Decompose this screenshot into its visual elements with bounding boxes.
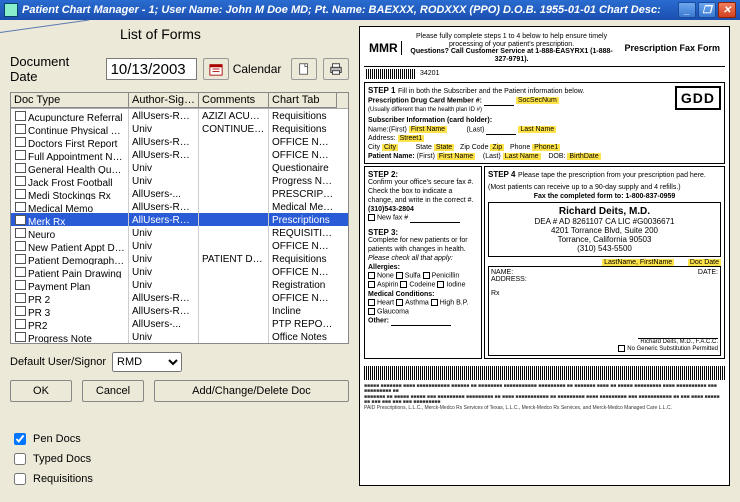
barcode-icon bbox=[366, 69, 416, 79]
add-change-delete-button[interactable]: Add/Change/Delete Doc bbox=[154, 380, 349, 402]
requisitions-check[interactable]: Requisitions bbox=[10, 470, 349, 488]
step1-box: GDD STEP 1 Fill in both the Subscriber a… bbox=[364, 82, 725, 165]
app-icon bbox=[4, 3, 18, 17]
printer-icon bbox=[329, 62, 343, 76]
table-row[interactable]: Jack Frost FootballUnivProgress Note bbox=[11, 174, 348, 187]
pen-docs-checkbox[interactable] bbox=[14, 433, 26, 445]
form-title: Prescription Fax Form bbox=[621, 43, 723, 53]
table-row[interactable]: Medical MemoAllUsers-RMDMedical Memo bbox=[11, 200, 348, 213]
table-row[interactable]: Continue Physical Th...UnivCONTINUE P...… bbox=[11, 122, 348, 135]
left-pane: List of Forms Document Date 10/13/2003 C… bbox=[0, 20, 355, 502]
calendar-label: Calendar bbox=[233, 62, 282, 76]
forms-grid: Doc Type Author-Signor Comments Chart Ta… bbox=[10, 92, 349, 344]
table-row[interactable]: PR2AllUsers-...PTP REPORT bbox=[11, 317, 348, 330]
page-icon bbox=[297, 62, 311, 76]
new-doc-button[interactable] bbox=[291, 58, 317, 80]
close-button[interactable]: ✕ bbox=[718, 2, 736, 18]
requisitions-checkbox[interactable] bbox=[14, 473, 26, 485]
table-row[interactable]: Payment PlanUnivRegistration bbox=[11, 278, 348, 291]
fine-print: ■■■■■ ■■■■■■■ ■■■■ ■■■■■■■■■■■ ■■■■■■ ■■… bbox=[364, 384, 725, 412]
table-row[interactable]: New Patient Appt Dr SUnivOFFICE NOTE bbox=[11, 239, 348, 252]
top-message: Please fully complete steps 1 to 4 below… bbox=[402, 33, 622, 64]
document-date-input[interactable]: 10/13/2003 bbox=[106, 58, 197, 80]
cancel-button[interactable]: Cancel bbox=[82, 380, 144, 402]
table-row[interactable]: Merk RxAllUsers-RMDPrescriptions bbox=[11, 213, 348, 226]
table-row[interactable]: Doctors First ReportAllUsers-RMDOFFICE N… bbox=[11, 135, 348, 148]
table-row[interactable]: Acupuncture ReferralAllUsers-RMDAZIZI AC… bbox=[11, 109, 348, 122]
default-signor-select[interactable]: RMD bbox=[112, 352, 182, 372]
table-row[interactable]: Progress NoteUnivOffice Notes bbox=[11, 330, 348, 343]
table-row[interactable]: PR 3AllUsers-RMDIncline bbox=[11, 304, 348, 317]
table-row[interactable]: NeuroUnivREQUISITION bbox=[11, 226, 348, 239]
bottom-barcode bbox=[364, 366, 725, 380]
rx-field: NAME: DATE: ADDRESS: Rx Richard Deits, M… bbox=[488, 266, 721, 356]
col-chart-tab[interactable]: Chart Tab bbox=[269, 93, 337, 108]
gdd-box: GDD bbox=[675, 86, 721, 110]
grid-header: Doc Type Author-Signor Comments Chart Ta… bbox=[11, 93, 348, 109]
step4-box: STEP 4 Please tape the prescription from… bbox=[484, 166, 725, 358]
list-of-forms-heading: List of Forms bbox=[120, 26, 349, 42]
table-row[interactable]: Patient Pain DrawingUnivOFFICE NOTE bbox=[11, 265, 348, 278]
doctor-info: Richard Deits, M.D. DEA # AD 8261107 CA … bbox=[488, 202, 721, 257]
typed-docs-check[interactable]: Typed Docs bbox=[10, 450, 349, 468]
print-button[interactable] bbox=[323, 58, 349, 80]
form-preview: MMR Please fully complete steps 1 to 4 b… bbox=[359, 26, 730, 486]
calendar-icon-button[interactable] bbox=[203, 58, 229, 80]
table-row[interactable]: Full Appointment NewAllUsers-RMDOFFICE N… bbox=[11, 148, 348, 161]
col-author[interactable]: Author-Signor bbox=[129, 93, 199, 108]
grid-body[interactable]: Acupuncture ReferralAllUsers-RMDAZIZI AC… bbox=[11, 109, 348, 343]
title-bar: Patient Chart Manager - 1; User Name: Jo… bbox=[0, 0, 740, 20]
typed-docs-checkbox[interactable] bbox=[14, 453, 26, 465]
col-comments[interactable]: Comments bbox=[199, 93, 269, 108]
minimize-button[interactable]: _ bbox=[678, 2, 696, 18]
table-row[interactable]: Medi Stockings RxAllUsers-...PRESCRIPTIO bbox=[11, 187, 348, 200]
maximize-button[interactable]: ❐ bbox=[698, 2, 716, 18]
col-doc-type[interactable]: Doc Type bbox=[11, 93, 129, 108]
step2-box: STEP 2: Confirm your office's secure fax… bbox=[364, 166, 482, 358]
right-pane: MMR Please fully complete steps 1 to 4 b… bbox=[355, 20, 740, 502]
calendar-icon bbox=[209, 62, 223, 76]
brand-logo: MMR bbox=[366, 41, 402, 55]
barcode-number: 34201 bbox=[420, 70, 439, 77]
ok-button[interactable]: OK bbox=[10, 380, 72, 402]
pen-docs-check[interactable]: Pen Docs bbox=[10, 430, 349, 448]
document-date-label: Document Date bbox=[10, 54, 100, 84]
barcode-row: 34201 bbox=[364, 67, 725, 81]
window-title: Patient Chart Manager - 1; User Name: Jo… bbox=[22, 4, 661, 16]
table-row[interactable]: PR 2AllUsers-RMDOFFICE NOTE bbox=[11, 291, 348, 304]
table-row[interactable]: Patient Demographic...UnivPATIENT DE...R… bbox=[11, 252, 348, 265]
table-row[interactable]: General Health Ques...UnivQuestionaire bbox=[11, 161, 348, 174]
default-signor-label: Default User/Signor bbox=[10, 356, 106, 368]
decor-line bbox=[0, 19, 89, 33]
